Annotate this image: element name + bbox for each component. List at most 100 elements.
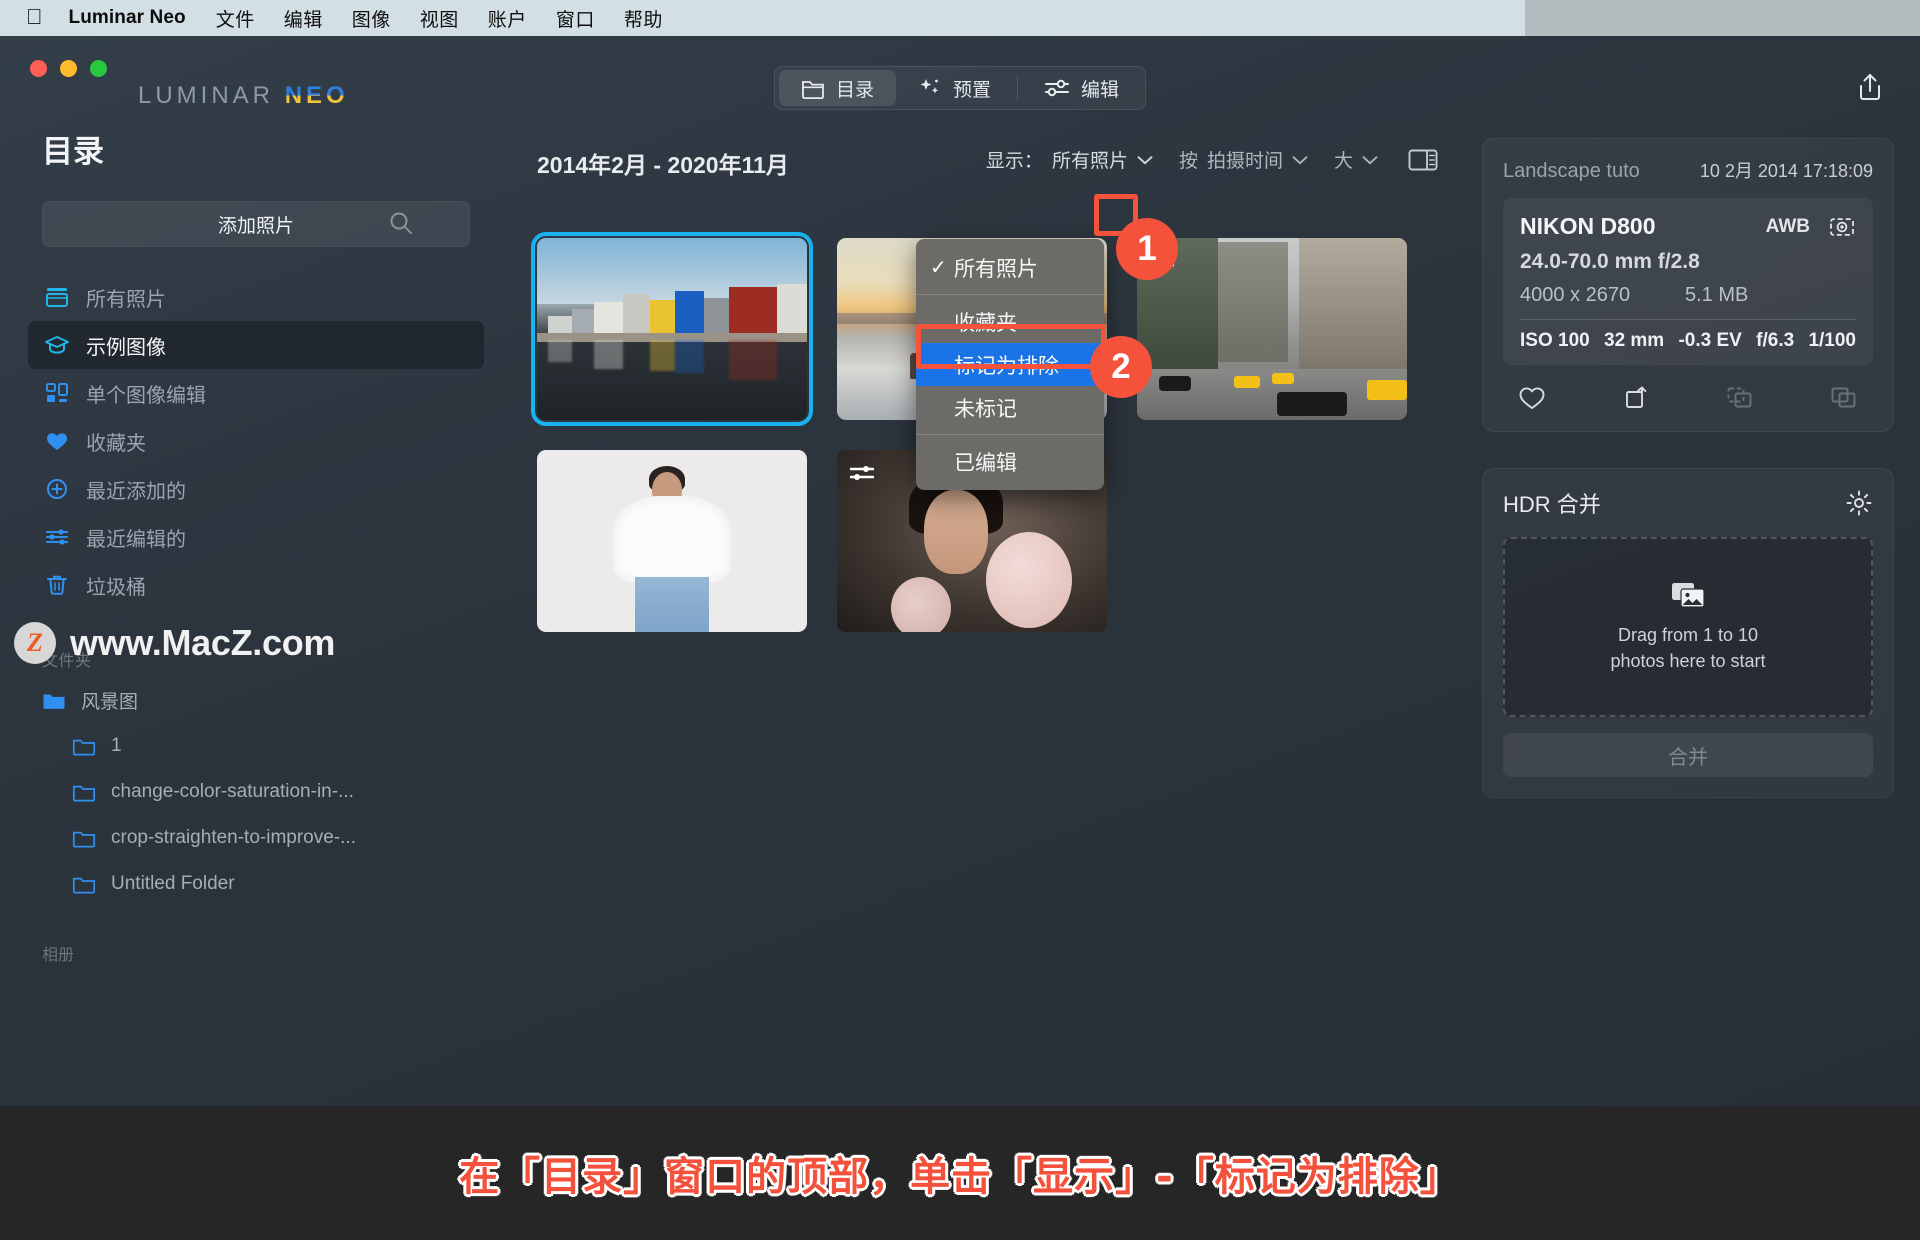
folder-item-change-color-saturation[interactable]: change-color-saturation-in-... (26, 769, 486, 815)
menubar-app-name[interactable]: Luminar Neo (69, 7, 186, 29)
reject-action-button[interactable] (1725, 383, 1755, 411)
sidebar-nav: 所有照片 示例图像 单个图像编辑 收藏夹 最近添加的 最近编辑的 垃圾桶 (26, 273, 486, 609)
folder-icon (72, 739, 96, 755)
exif-info-card: Landscape tuto 10 2月 2014 17:18:09 NIKON… (1482, 138, 1894, 432)
exif-iso: ISO 100 (1520, 330, 1590, 351)
sidebar-item-recently-edited[interactable]: 最近编辑的 (28, 513, 484, 561)
exif-capture-date: 10 2月 2014 17:18:09 (1699, 161, 1873, 181)
all-photos-icon (46, 288, 68, 307)
dropdown-item-edited[interactable]: 已编辑 (916, 440, 1104, 483)
photo-building-right (1299, 238, 1407, 373)
folder-list: 风景图 1 change-color-saturation-in-... cro… (26, 677, 486, 907)
menubar-item-view[interactable]: 视图 (420, 5, 459, 32)
window-traffic-lights[interactable] (30, 60, 107, 77)
photo-nyc-street (1137, 238, 1407, 420)
dropdown-item-all-photos[interactable]: ✓ 所有照片 (916, 246, 1104, 289)
hdr-merge-button[interactable]: 合并 (1503, 733, 1873, 777)
maximize-window-button[interactable] (90, 60, 107, 77)
exif-shooting-stats: ISO 100 32 mm -0.3 EV f/6.3 1/100 (1520, 330, 1856, 352)
exif-aperture: f/6.3 (1756, 330, 1795, 351)
dropdown-divider (916, 434, 1104, 435)
folder-icon (72, 877, 96, 893)
photo-tulle-right (985, 532, 1072, 629)
duplicate-action-button[interactable] (1829, 383, 1859, 411)
photos-stack-icon (1672, 582, 1705, 608)
photo-jeans (635, 577, 709, 632)
rotate-action-button[interactable] (1621, 383, 1651, 411)
folder-item-crop-straighten[interactable]: crop-straighten-to-improve-... (26, 815, 486, 861)
minimize-window-button[interactable] (60, 60, 77, 77)
folder-item-untitled[interactable]: Untitled Folder (26, 861, 486, 907)
photo-blouse (613, 495, 731, 583)
menubar-item-file[interactable]: 文件 (216, 5, 255, 32)
hdr-dropzone-text: Drag from 1 to 10 photos here to start (1610, 622, 1765, 674)
macos-menubar:  Luminar Neo 文件 编辑 图像 视图 账户 窗口 帮助 (0, 0, 1525, 36)
folder-icon (802, 80, 824, 99)
sidebar-item-favorites[interactable]: 收藏夹 (28, 417, 484, 465)
maczcom-watermark: Z www.MacZ.com (14, 622, 335, 664)
thumbnail-image (1137, 238, 1407, 420)
sidebar-title: 目录 (42, 134, 104, 169)
folder-label-1: 1 (111, 735, 122, 756)
trash-icon (47, 575, 67, 595)
thumbnail-colorful-houses-reflection[interactable] (531, 232, 813, 426)
sidebar-item-sample-images[interactable]: 示例图像 (28, 321, 484, 369)
tutorial-caption-text: 在「目录」窗口的顶部，单击「显示」-「标记为排除」 (459, 1154, 1461, 1200)
hdr-settings-button[interactable] (1845, 489, 1873, 517)
sidebar-item-trash[interactable]: 垃圾桶 (28, 561, 484, 609)
exif-lens: 24.0-70.0 mm f/2.8 (1520, 250, 1700, 273)
menubar-item-account[interactable]: 账户 (488, 5, 527, 32)
photo-colorful-houses (537, 238, 807, 420)
dropdown-item-unmarked[interactable]: 未标记 (916, 386, 1104, 429)
filter-controls: 显示： 所有照片 按 拍摄时间 大 (960, 146, 1438, 173)
thumbnail-image (537, 450, 807, 632)
exif-header: Landscape tuto 10 2月 2014 17:18:09 (1503, 157, 1873, 183)
dropdown-label-mark-rejected: 标记为排除 (954, 354, 1059, 378)
chevron-down-icon[interactable] (1292, 155, 1308, 165)
apple-icon[interactable]:  (26, 5, 43, 28)
sidebar-item-recently-added[interactable]: 最近添加的 (28, 465, 484, 513)
show-filter-control[interactable]: 显示： 所有照片 (986, 146, 1153, 173)
thumbnail-woman-white-blouse-jeans[interactable] (537, 450, 807, 632)
app-topbar: LUMINAR NEO 目录 预置 编辑 (0, 36, 1920, 110)
panel-toggle-icon (1408, 149, 1438, 170)
show-filter-dropdown-menu[interactable]: ✓ 所有照片 收藏夹 标记为排除 未标记 已编辑 (916, 239, 1104, 490)
menubar-item-window[interactable]: 窗口 (556, 5, 595, 32)
folder-icon (72, 785, 96, 801)
chevron-down-icon[interactable] (1362, 155, 1378, 165)
date-range-title: 2014年2月 - 2020年11月 (537, 152, 789, 178)
sparkle-icon (920, 79, 939, 94)
menubar-right-area (1525, 0, 1920, 36)
sort-prefix-label: 按 (1178, 151, 1198, 172)
menubar-item-help[interactable]: 帮助 (624, 5, 663, 32)
sidebar-item-all-photos[interactable]: 所有照片 (28, 273, 484, 321)
folder-item-1[interactable]: 1 (26, 723, 486, 769)
exif-white-balance: AWB (1765, 215, 1810, 237)
menubar-item-image[interactable]: 图像 (352, 5, 391, 32)
thumbnail-nyc-street-taxis[interactable] (1137, 238, 1407, 420)
exif-divider (1520, 319, 1856, 320)
dropdown-item-favorites[interactable]: 收藏夹 (916, 300, 1104, 343)
thumbnail-image (537, 238, 807, 420)
side-panel-toggle-button[interactable] (1408, 148, 1438, 172)
dropdown-item-mark-rejected[interactable]: 标记为排除 (916, 343, 1104, 386)
edited-badge-icon (850, 466, 874, 480)
show-filter-value: 所有照片 (1051, 151, 1128, 172)
folder-item-landscape[interactable]: 风景图 (26, 677, 486, 723)
annotation-step-badge-1: 1 (1116, 218, 1178, 280)
heart-icon (47, 433, 67, 450)
menubar-item-edit[interactable]: 编辑 (284, 5, 323, 32)
sidebar-search-button[interactable] (388, 210, 414, 236)
thumbnail-size-control[interactable]: 大 (1334, 146, 1378, 173)
exif-details: NIKON D800 AWB 24.0-70.0 mm f/2.8 4000 x… (1503, 198, 1873, 365)
sidebar-label-recently-edited: 最近编辑的 (86, 528, 186, 551)
sidebar-item-single-image-edit[interactable]: 单个图像编辑 (28, 369, 484, 417)
folder-label-crop-straighten: crop-straighten-to-improve-... (111, 827, 356, 848)
exif-photo-title: Landscape tuto (1503, 160, 1640, 182)
close-window-button[interactable] (30, 60, 47, 77)
hdr-dropzone[interactable]: Drag from 1 to 10 photos here to start (1503, 537, 1873, 717)
sort-filter-control[interactable]: 按 拍摄时间 (1179, 146, 1308, 173)
hdr-dropzone-line2: photos here to start (1610, 651, 1766, 671)
favorite-action-button[interactable] (1517, 383, 1547, 411)
chevron-down-icon[interactable] (1137, 155, 1153, 165)
